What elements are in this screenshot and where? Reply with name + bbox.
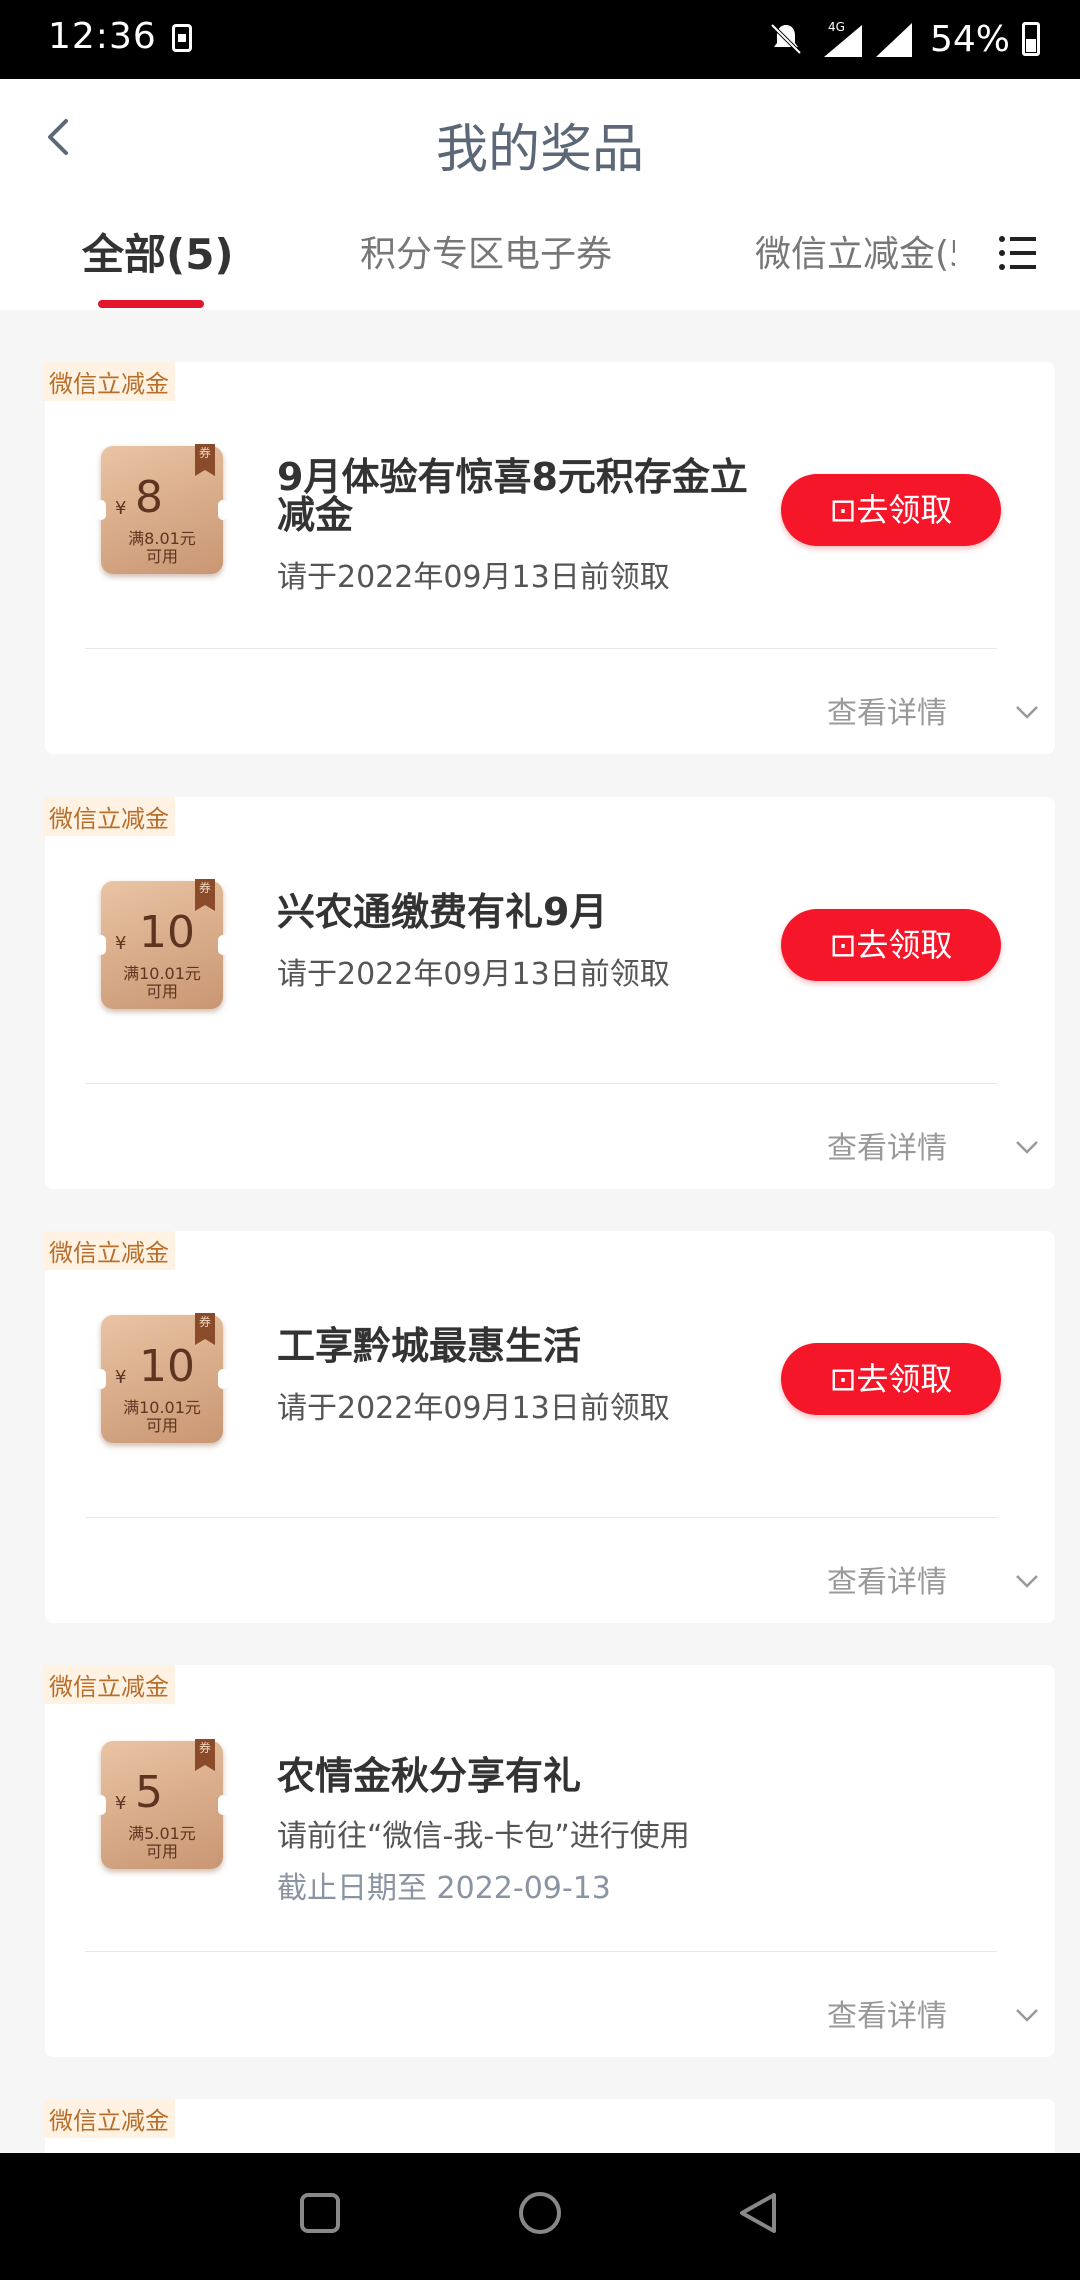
prize-card: 微信立减金 券 ¥ 10 满10.01元 可用 兴农通缴费有礼9月 请于2022… [43,797,1055,1189]
coupon-condition: 满10.01元 可用 [101,1399,223,1435]
coupon-condition-usable: 可用 [145,547,178,566]
circle-icon[interactable] [510,2183,570,2243]
coupon-ribbon: 券 [195,879,215,911]
view-details-link[interactable]: 查看详情 [827,1557,947,1601]
card-divider [85,648,997,649]
coupon-condition: 满10.01元 可用 [101,965,223,1001]
prize-name: 兴农通缴费有礼9月 [277,890,608,934]
square-icon[interactable] [290,2183,350,2243]
coupon-currency: ¥ [115,933,127,954]
view-details-link[interactable]: 查看详情 [827,1123,947,1167]
coupon-currency: ¥ [115,498,127,519]
list-menu-icon[interactable] [998,233,1038,273]
tab-wechat-discount-clip: 微信立减金(5) [755,225,955,285]
prize-type-tag: 微信立减金 [43,797,175,836]
card-divider [85,1517,997,1518]
coupon-condition-threshold: 满5.01元 [128,1824,196,1843]
coupon-currency: ¥ [115,1793,127,1814]
coupon-condition: 满8.01元 可用 [101,530,223,566]
coupon-badge: 券 ¥ 10 满10.01元 可用 [96,1313,228,1443]
prize-card: 微信立减金 [43,2099,1055,2159]
coupon-condition-threshold: 满10.01元 [123,1398,201,1417]
chevron-down-icon[interactable] [1015,1573,1039,1589]
battery-icon [1022,22,1040,56]
signal-icon [875,23,912,57]
tab-bar: 全部(5) 积分专区电子券 微信立减金(5) [0,199,1080,310]
claim-button[interactable]: ⊡去领取 [781,909,1001,981]
claim-button[interactable]: ⊡去领取 [781,474,1001,546]
prize-description: 请于2022年09月13日前领取 [277,957,670,992]
prize-card: 微信立减金 券 ¥ 5 满5.01元 可用 农情金秋分享有礼 请前往“微信-我-… [43,1665,1055,2057]
prize-description: 请于2022年09月13日前领取 [277,1391,670,1426]
coupon-condition: 满5.01元 可用 [101,1825,223,1861]
prize-type-tag: 微信立减金 [43,1231,175,1270]
coupon-condition-usable: 可用 [145,982,178,1001]
tab-wechat-discount[interactable]: 微信立减金(5) [755,225,955,277]
page-title: 我的奖品 [435,120,644,180]
header: 我的奖品 [0,79,1080,199]
prize-type-tag: 微信立减金 [43,2099,175,2138]
coupon-condition-threshold: 满10.01元 [123,964,201,983]
claim-button[interactable]: ⊡去领取 [781,1343,1001,1415]
prize-name: 工享黔城最惠生活 [277,1324,582,1368]
coupon-condition-usable: 可用 [145,1416,178,1435]
chevron-down-icon[interactable] [1015,2007,1039,2023]
status-time: 12:36 [48,16,157,57]
prize-type-tag: 微信立减金 [43,362,175,401]
prize-card: 微信立减金 券 ¥ 8 满8.01元 可用 9月体验有惊喜8元积存金立减金 请于… [43,362,1055,754]
status-icons: 4G 54% [766,14,1040,64]
tab-points-coupons[interactable]: 积分专区电子券 [360,225,612,277]
prize-name: 9月体验有惊喜8元积存金立减金 [277,455,748,537]
coupon-amount: 5 [135,1767,163,1818]
prize-expiry-date: 截止日期至 2022-09-13 [277,1871,611,1906]
coupon-amount: 10 [139,1341,195,1392]
network-label: 4G [828,20,845,34]
system-nav-bar [0,2153,1080,2280]
coupon-amount: 8 [135,472,163,523]
mute-icon [770,23,802,55]
coupon-badge: 券 ¥ 5 满5.01元 可用 [96,1739,228,1869]
chevron-down-icon[interactable] [1015,704,1039,720]
prize-description: 请于2022年09月13日前领取 [277,560,670,595]
coupon-currency: ¥ [115,1367,127,1388]
coupon-ribbon: 券 [195,1313,215,1345]
chevron-down-icon[interactable] [1015,1139,1039,1155]
card-divider [85,1951,997,1952]
prize-card: 微信立减金 券 ¥ 10 满10.01元 可用 工享黔城最惠生活 请于2022年… [43,1231,1055,1623]
view-details-link[interactable]: 查看详情 [827,1991,947,2035]
signal-4g-icon: 4G [823,20,862,57]
triangle-back-icon[interactable] [730,2183,790,2243]
coupon-condition-usable: 可用 [145,1842,178,1861]
coupon-amount: 10 [139,907,195,958]
coupon-badge: 券 ¥ 10 满10.01元 可用 [96,879,228,1009]
battery-percent: 54% [929,18,1010,60]
view-details-link[interactable]: 查看详情 [827,688,947,732]
card-divider [85,1083,997,1084]
prize-name: 农情金秋分享有礼 [277,1754,582,1798]
coupon-condition-threshold: 满8.01元 [128,529,196,548]
prize-description: 请前往“微信-我-卡包”进行使用 [277,1819,690,1854]
coupon-ribbon: 券 [195,1739,215,1771]
download-icon [172,24,192,52]
coupon-badge: 券 ¥ 8 满8.01元 可用 [96,444,228,574]
status-bar: 12:36 4G 54% [0,0,1080,79]
active-tab-indicator [98,300,204,308]
coupon-ribbon: 券 [195,444,215,476]
prize-type-tag: 微信立减金 [43,1665,175,1704]
tab-all[interactable]: 全部(5) [82,221,234,282]
